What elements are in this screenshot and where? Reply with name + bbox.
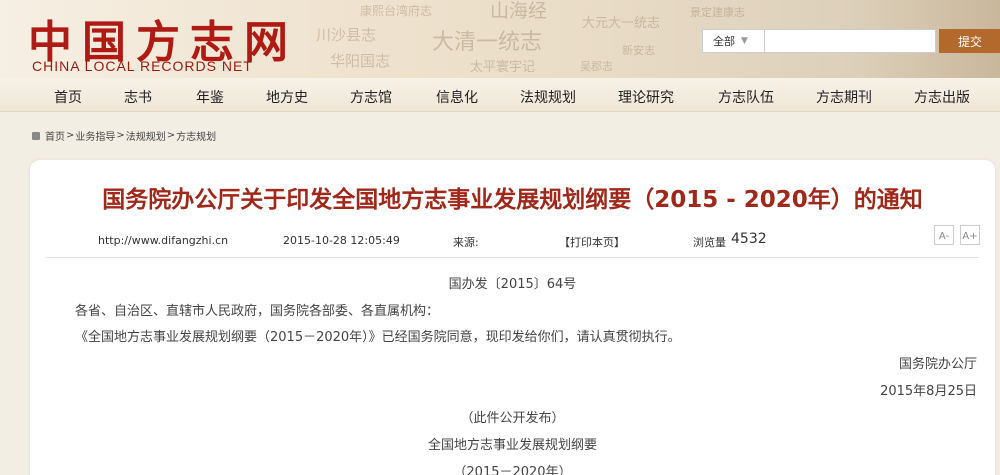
article-source-url[interactable]: http://www.difangzhi.cn [98, 234, 228, 247]
decorative-book-title: 新安志 [622, 44, 655, 57]
nav-item-home[interactable]: 首页 [54, 87, 82, 107]
decorative-book-title: 康熙台湾府志 [360, 4, 433, 18]
breadcrumb-separator: > [166, 130, 176, 141]
decorative-book-title: 山海经 [490, 0, 548, 22]
nav-item-museum[interactable]: 方志馆 [350, 87, 392, 107]
publish-note: （此件公开发布） [460, 411, 565, 426]
decorative-book-title: 华阳国志 [330, 52, 391, 70]
document-number: 国办发〔2015〕64号 [448, 277, 577, 292]
breadcrumb-link-regulations[interactable]: 法规规划 [126, 128, 166, 143]
main-nav: 首页 志书 年鉴 地方史 方志馆 信息化 法规规划 理论研究 方志队伍 方志期刊… [0, 78, 1000, 112]
divider [46, 257, 979, 258]
attachment-title: 全国地方志事业发展规划纲要 [427, 438, 597, 453]
search-scope-value: 全部 [713, 35, 735, 48]
document-paragraph: 《全国地方志事业发展规划纲要（2015－2020年）》已经国务院同意，现印发给你… [75, 330, 681, 345]
nav-item-team[interactable]: 方志队伍 [718, 87, 774, 107]
document-signatory: 国务院办公厅 [898, 357, 977, 372]
article-source-label: 来源: [453, 236, 479, 249]
views-label: 浏览量 [693, 236, 726, 249]
font-decrease-button[interactable]: A- [934, 225, 954, 245]
breadcrumb-link-home[interactable]: 首页 [45, 128, 65, 143]
search-submit-button[interactable]: 提交 [939, 29, 1000, 53]
views-count: 4532 [731, 231, 767, 247]
search-scope-select[interactable]: 全部 ▼ [702, 29, 764, 53]
document-sign-date: 2015年8月25日 [880, 384, 977, 399]
nav-item-publishing[interactable]: 方志出版 [914, 87, 970, 107]
article-datetime: 2015-10-28 12:05:49 [283, 234, 400, 247]
decorative-book-title: 吴郡志 [580, 60, 613, 73]
decorative-book-title: 大元大一统志 [582, 16, 661, 31]
decorative-book-title: 景定建康志 [690, 6, 745, 19]
breadcrumb-separator: > [66, 130, 75, 141]
nav-item-yearbook[interactable]: 年鉴 [196, 87, 224, 107]
attachment-years: （2015－2020年） [453, 465, 572, 475]
nav-item-books[interactable]: 志书 [124, 87, 152, 107]
nav-item-journals[interactable]: 方志期刊 [816, 87, 872, 107]
home-icon [32, 131, 40, 140]
decorative-book-title: 川沙县志 [316, 26, 377, 44]
nav-item-informatization[interactable]: 信息化 [436, 87, 478, 107]
site-header: 川沙县志 华阳国志 大清一统志 太平寰宇记 山海经 大元大一统志 新安志 吴郡志… [0, 0, 1000, 78]
search-bar: 全部 ▼ 提交 [702, 29, 1000, 53]
site-logo-english[interactable]: CHINA LOCAL RECORDS NET [32, 58, 253, 74]
breadcrumb: 首页 > 业务指导 > 法规规划 > 方志规划 [32, 128, 216, 143]
decorative-book-title: 大清一统志 [432, 30, 543, 55]
font-increase-button[interactable]: A+ [960, 225, 980, 245]
document-addressee: 各省、自治区、直辖市人民政府，国务院各部委、各直属机构： [75, 304, 440, 319]
breadcrumb-link-guidance[interactable]: 业务指导 [75, 128, 115, 143]
search-input[interactable] [764, 29, 936, 53]
article-title: 国务院办公厅关于印发全国地方志事业发展规划纲要（2015 - 2020年）的通知 [102, 187, 923, 213]
print-page-link[interactable]: 【打印本页】 [559, 234, 625, 250]
nav-item-theory[interactable]: 理论研究 [618, 87, 674, 107]
decorative-book-title: 太平寰宇记 [470, 60, 536, 75]
article-card: 国务院办公厅关于印发全国地方志事业发展规划纲要（2015 - 2020年）的通知… [30, 160, 995, 475]
chevron-down-icon: ▼ [741, 36, 748, 46]
breadcrumb-link-planning[interactable]: 方志规划 [176, 128, 216, 143]
nav-item-local-history[interactable]: 地方史 [266, 87, 308, 107]
breadcrumb-separator: > [116, 130, 125, 141]
nav-item-regulations[interactable]: 法规规划 [520, 87, 576, 107]
